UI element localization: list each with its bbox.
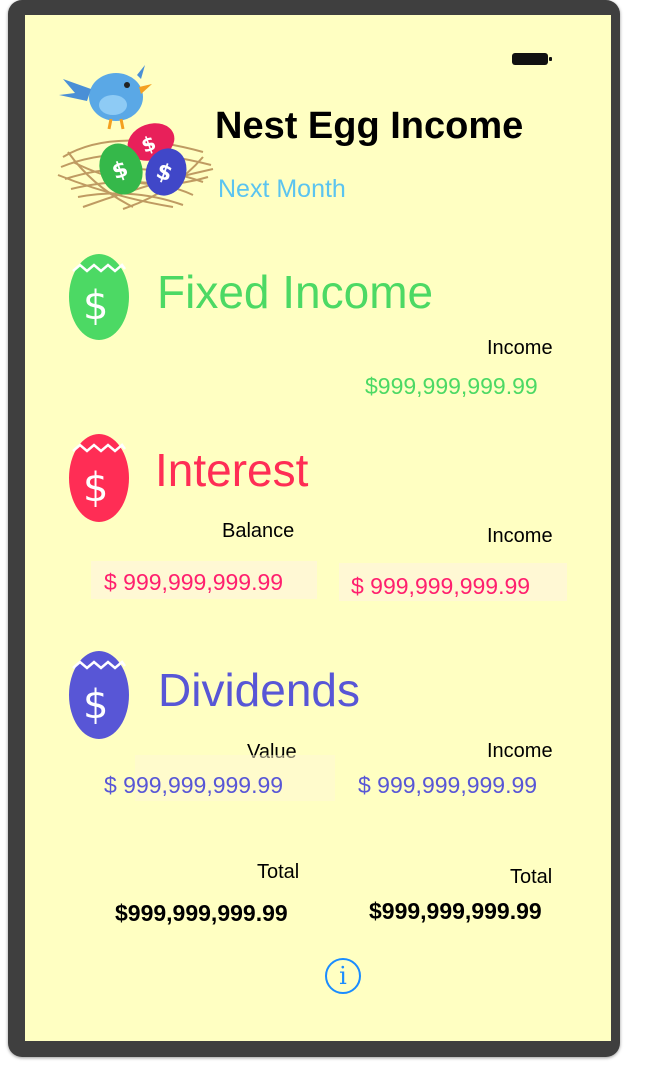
interest-title: Interest: [155, 444, 309, 496]
fixed-income-income-value: $999,999,999.99: [365, 373, 538, 399]
svg-text:$: $: [83, 283, 108, 329]
fixed-income-title: Fixed Income: [157, 266, 434, 318]
dividends-value-value[interactable]: $ 999,999,999.99: [104, 772, 283, 799]
battery-icon: [512, 53, 552, 65]
info-button[interactable]: i: [325, 958, 361, 994]
dollar-egg-icon: $: [69, 434, 129, 522]
app-screen: $ $ $ Nest Egg Income Next Month $ Fixed…: [25, 15, 611, 1041]
interest-income-value: $ 999,999,999.99: [351, 573, 531, 599]
dividends-income-label: Income: [487, 740, 553, 762]
total-right-value: $999,999,999.99: [369, 898, 542, 924]
dividends-income-value: $ 999,999,999.99: [358, 772, 538, 798]
page-title: Nest Egg Income: [215, 105, 524, 147]
nest-egg-logo: $ $ $: [57, 65, 214, 210]
dollar-egg-icon: $: [69, 651, 129, 739]
total-left-value: $999,999,999.99: [115, 900, 288, 926]
info-icon: i: [339, 962, 347, 990]
interest-income-label: Income: [487, 525, 553, 547]
total-right-label: Total: [510, 866, 553, 888]
dollar-egg-icon: $: [69, 254, 129, 340]
interest-balance-label: Balance: [222, 520, 295, 542]
total-left-label: Total: [257, 861, 300, 883]
svg-text:$: $: [83, 682, 108, 728]
fixed-income-income-label: Income: [487, 337, 553, 359]
interest-balance-value[interactable]: $ 999,999,999.99: [104, 569, 283, 596]
dividends-title: Dividends: [158, 664, 360, 716]
device-frame: $ $ $ Nest Egg Income Next Month $ Fixed…: [8, 0, 620, 1057]
svg-text:$: $: [83, 465, 108, 511]
page-subtitle: Next Month: [218, 175, 346, 203]
